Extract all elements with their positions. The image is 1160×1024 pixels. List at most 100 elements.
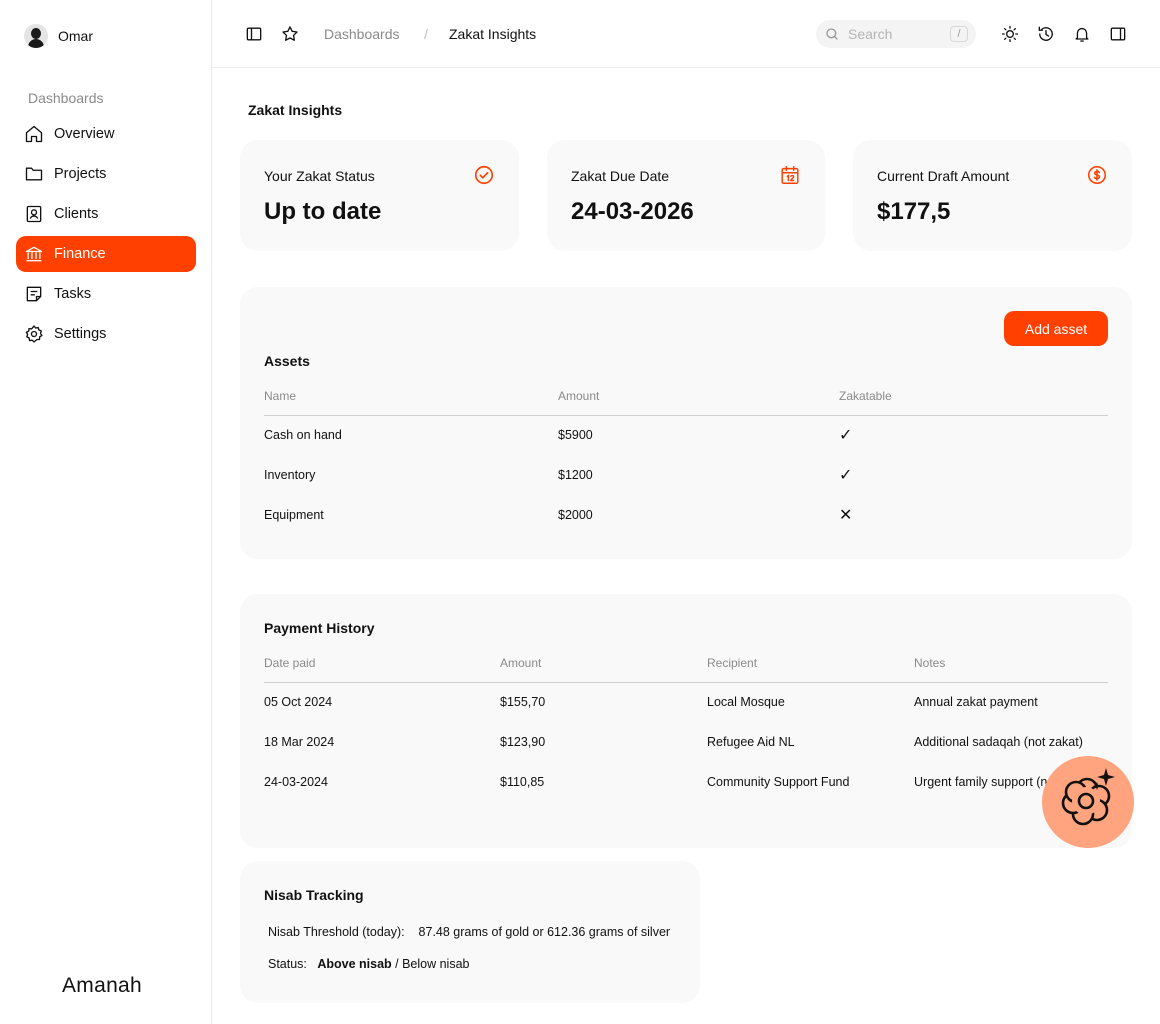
zakatable-check-icon: ✓: [839, 467, 853, 484]
search-input[interactable]: [848, 26, 944, 42]
flower-sparkle-icon: [1061, 768, 1115, 826]
payment-recipient: Community Support Fund: [707, 775, 850, 789]
stat-label: Your Zakat Status: [264, 168, 375, 184]
sidebar-item-label: Projects: [54, 166, 107, 182]
note-icon: [26, 286, 42, 302]
sidebar-item-label: Finance: [54, 246, 106, 262]
panel-right-icon[interactable]: [1108, 24, 1128, 44]
column-header: Amount: [558, 383, 839, 416]
sidebar: Omar Dashboards Overview Projects Client…: [0, 0, 212, 1024]
column-header: Name: [264, 383, 558, 416]
breadcrumb-separator: /: [424, 26, 428, 42]
stat-label: Zakat Due Date: [571, 168, 670, 184]
brand-logo: Amanah: [62, 974, 143, 997]
payment-notes: Annual zakat payment: [914, 695, 1038, 710]
current-draft-card: Current Draft Amount $177,5: [853, 140, 1132, 251]
table-row[interactable]: Cash on hand $5900 ✓: [264, 415, 1108, 455]
zakat-status-card: Your Zakat Status Up to date: [240, 140, 519, 251]
history-icon[interactable]: [1036, 24, 1056, 44]
nisab-threshold: Nisab Threshold (today): 87.48 grams of …: [268, 925, 670, 939]
nisab-status-label: Status:: [268, 957, 307, 971]
column-header: Amount: [500, 650, 707, 683]
folder-icon: [25, 167, 43, 181]
payment-amount: $110,85: [500, 775, 545, 789]
stat-value: Up to date: [264, 198, 382, 225]
asset-name: Cash on hand: [264, 428, 342, 443]
table-row[interactable]: 05 Oct 2024 $155,70 Local Mosque Annual …: [264, 682, 1108, 722]
breadcrumb-current: Zakat Insights: [449, 26, 537, 42]
sidebar-item-settings[interactable]: Settings: [16, 316, 196, 352]
topbar: Dashboards / Zakat Insights /: [212, 0, 1160, 68]
contact-icon: [26, 205, 42, 223]
column-header: Notes: [914, 650, 1108, 683]
sidebar-item-tasks[interactable]: Tasks: [16, 276, 196, 312]
nisab-status-inactive: / Below nisab: [391, 957, 470, 971]
nisab-title: Nisab Tracking: [264, 887, 364, 903]
stat-value: $177,5: [877, 198, 951, 225]
sidebar-nav: Overview Projects Clients Finance Tasks …: [16, 116, 196, 356]
bank-icon: [25, 246, 43, 262]
payment-recipient: Local Mosque: [707, 695, 785, 710]
sidebar-item-label: Overview: [54, 126, 115, 142]
add-asset-button[interactable]: Add asset: [1004, 311, 1108, 346]
stat-value: 24-03-2026: [571, 198, 694, 225]
payment-amount: $155,70: [500, 695, 546, 710]
check-circle-icon: [474, 165, 494, 185]
home-icon: [25, 125, 43, 143]
sidebar-item-label: Settings: [54, 326, 107, 342]
bell-icon[interactable]: [1072, 24, 1092, 44]
asset-name: Equipment: [264, 508, 324, 522]
asset-amount: $5900: [558, 428, 593, 443]
payment-date: 24-03-2024: [264, 775, 328, 789]
table-row[interactable]: 18 Mar 2024 $123,90 Refugee Aid NL Addit…: [264, 722, 1108, 762]
breadcrumb-parent[interactable]: Dashboards: [324, 26, 400, 42]
asset-amount: $1200: [558, 468, 593, 482]
search-shortcut-hint: /: [950, 26, 968, 42]
not-zakatable-x-icon: ✕: [839, 507, 853, 524]
assistant-fab[interactable]: [1042, 756, 1134, 848]
user-profile[interactable]: Omar: [24, 24, 93, 48]
dollar-circle-icon: [1087, 165, 1107, 185]
search-icon: [826, 28, 838, 40]
zakatable-check-icon: ✓: [839, 427, 853, 445]
payment-history-card: Payment History Date paid Amount Recipie…: [240, 594, 1132, 848]
nisab-threshold-value: 87.48 grams of gold or 612.36 grams of s…: [418, 925, 671, 939]
table-row[interactable]: 24-03-2024 $110,85 Community Support Fun…: [264, 762, 1108, 802]
table-row[interactable]: Inventory $1200 ✓: [264, 455, 1108, 495]
sidebar-item-clients[interactable]: Clients: [16, 196, 196, 232]
sidebar-item-overview[interactable]: Overview: [16, 116, 196, 152]
sidebar-item-label: Tasks: [54, 286, 92, 302]
nisab-status: Status: Above nisab / Below nisab: [268, 957, 470, 971]
sidebar-section-label: Dashboards: [28, 90, 104, 106]
column-header: Date paid: [264, 650, 500, 683]
sun-icon[interactable]: [1000, 24, 1020, 44]
table-row[interactable]: Equipment $2000 ✕: [264, 495, 1108, 535]
payment-date: 05 Oct 2024: [264, 695, 333, 710]
table-header-row: Name Amount Zakatable: [264, 383, 1108, 416]
nisab-card: Nisab Tracking Nisab Threshold (today): …: [240, 861, 700, 1003]
gear-icon: [25, 325, 43, 343]
table-header-row: Date paid Amount Recipient Notes: [264, 650, 1108, 683]
page-title: Zakat Insights: [248, 102, 343, 118]
column-header: Zakatable: [839, 383, 1108, 416]
sidebar-item-label: Clients: [54, 206, 99, 222]
assets-table: Name Amount Zakatable Cash on hand $5900…: [264, 383, 1108, 535]
payment-recipient: Refugee Aid NL: [707, 735, 795, 749]
sidebar-item-finance[interactable]: Finance: [16, 236, 196, 272]
asset-amount: $2000: [558, 508, 593, 522]
assets-card: Add asset Assets Name Amount Zakatable C…: [240, 287, 1132, 559]
star-icon[interactable]: [280, 24, 300, 44]
payments-table: Date paid Amount Recipient Notes 05 Oct …: [264, 650, 1108, 802]
assets-title: Assets: [264, 353, 310, 369]
sidebar-item-projects[interactable]: Projects: [16, 156, 196, 192]
calendar-icon: [781, 166, 799, 184]
asset-name: Inventory: [264, 468, 316, 482]
payment-amount: $123,90: [500, 735, 546, 749]
avatar: [24, 24, 48, 48]
sidebar-toggle-icon[interactable]: [244, 24, 264, 44]
search-box[interactable]: /: [816, 20, 976, 48]
payment-history-title: Payment History: [264, 620, 375, 636]
column-header: Recipient: [707, 650, 914, 683]
user-name: Omar: [58, 28, 93, 44]
nisab-threshold-label: Nisab Threshold (today):: [268, 925, 405, 939]
